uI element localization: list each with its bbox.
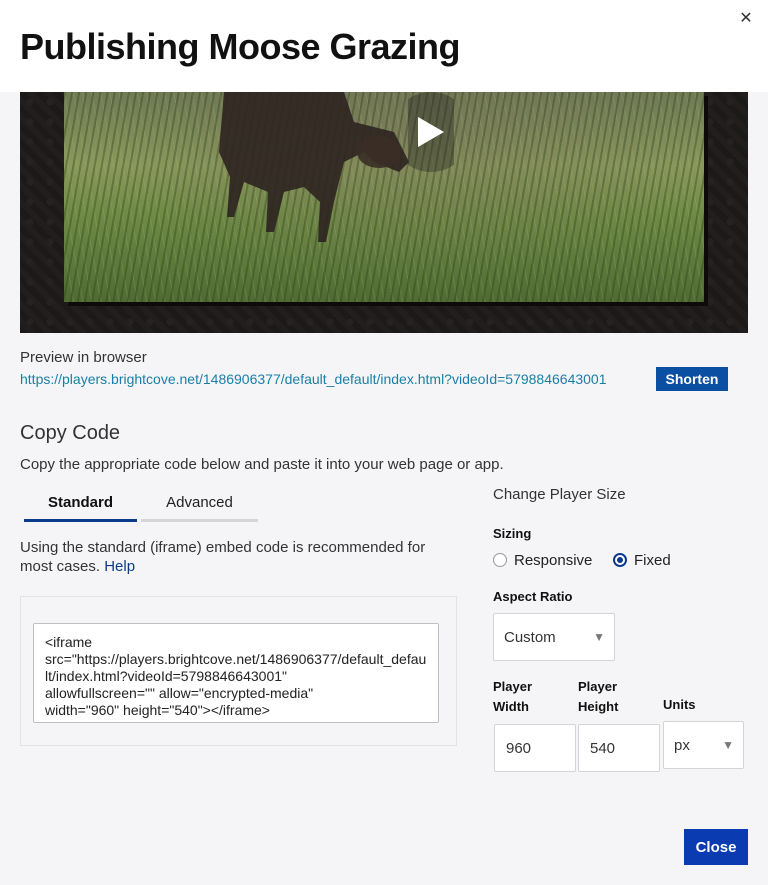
- chevron-down-icon: ▼: [593, 630, 605, 644]
- sizing-fixed-option[interactable]: Fixed: [613, 550, 671, 570]
- fixed-label: Fixed: [634, 551, 671, 569]
- aspect-ratio-value: Custom: [504, 628, 556, 646]
- player-width-label: Player Width: [493, 679, 533, 714]
- preview-url-link[interactable]: https://players.brightcove.net/148690637…: [20, 371, 607, 387]
- page-title: Publishing Moose Grazing: [20, 26, 461, 67]
- sizing-responsive-option[interactable]: Responsive: [493, 550, 592, 570]
- units-label: Units: [663, 697, 696, 712]
- copy-code-description: Copy the appropriate code below and past…: [20, 456, 504, 473]
- embed-code-textarea[interactable]: <iframe src="https://players.brightcove.…: [33, 623, 439, 723]
- responsive-radio[interactable]: [493, 553, 507, 567]
- aspect-ratio-label: Aspect Ratio: [493, 589, 573, 604]
- tab-advanced[interactable]: Advanced: [141, 494, 258, 522]
- sizing-label: Sizing: [493, 526, 532, 541]
- shorten-button[interactable]: Shorten: [656, 367, 728, 391]
- standard-description-text: Using the standard (iframe) embed code i…: [20, 539, 426, 575]
- responsive-label: Responsive: [514, 551, 593, 569]
- chevron-down-icon: ▼: [722, 738, 734, 752]
- fixed-radio[interactable]: [613, 553, 627, 567]
- player-height-label: Player Height: [578, 679, 619, 714]
- units-value: px: [674, 736, 690, 754]
- help-link[interactable]: Help: [104, 558, 135, 575]
- player-height-input[interactable]: [578, 724, 660, 772]
- video-preview[interactable]: [20, 92, 748, 333]
- player-width-input[interactable]: [494, 724, 576, 772]
- moose-image: [219, 92, 409, 242]
- player-size-heading: Change Player Size: [493, 486, 626, 503]
- modal-header: Publishing Moose Grazing ✕: [0, 0, 768, 92]
- embed-code-panel: <iframe src="https://players.brightcove.…: [20, 596, 457, 746]
- standard-description: Using the standard (iframe) embed code i…: [20, 538, 460, 576]
- embed-tabs: Standard Advanced: [24, 494, 258, 522]
- preview-label: Preview in browser: [20, 349, 147, 366]
- tab-standard[interactable]: Standard: [24, 494, 137, 522]
- units-select[interactable]: px ▼: [663, 721, 744, 769]
- video-thumbnail: [64, 92, 704, 302]
- aspect-ratio-select[interactable]: Custom ▼: [493, 613, 615, 661]
- copy-code-heading: Copy Code: [20, 422, 121, 444]
- close-button[interactable]: Close: [684, 829, 748, 865]
- play-icon[interactable]: [408, 92, 454, 172]
- close-icon[interactable]: ✕: [736, 9, 756, 29]
